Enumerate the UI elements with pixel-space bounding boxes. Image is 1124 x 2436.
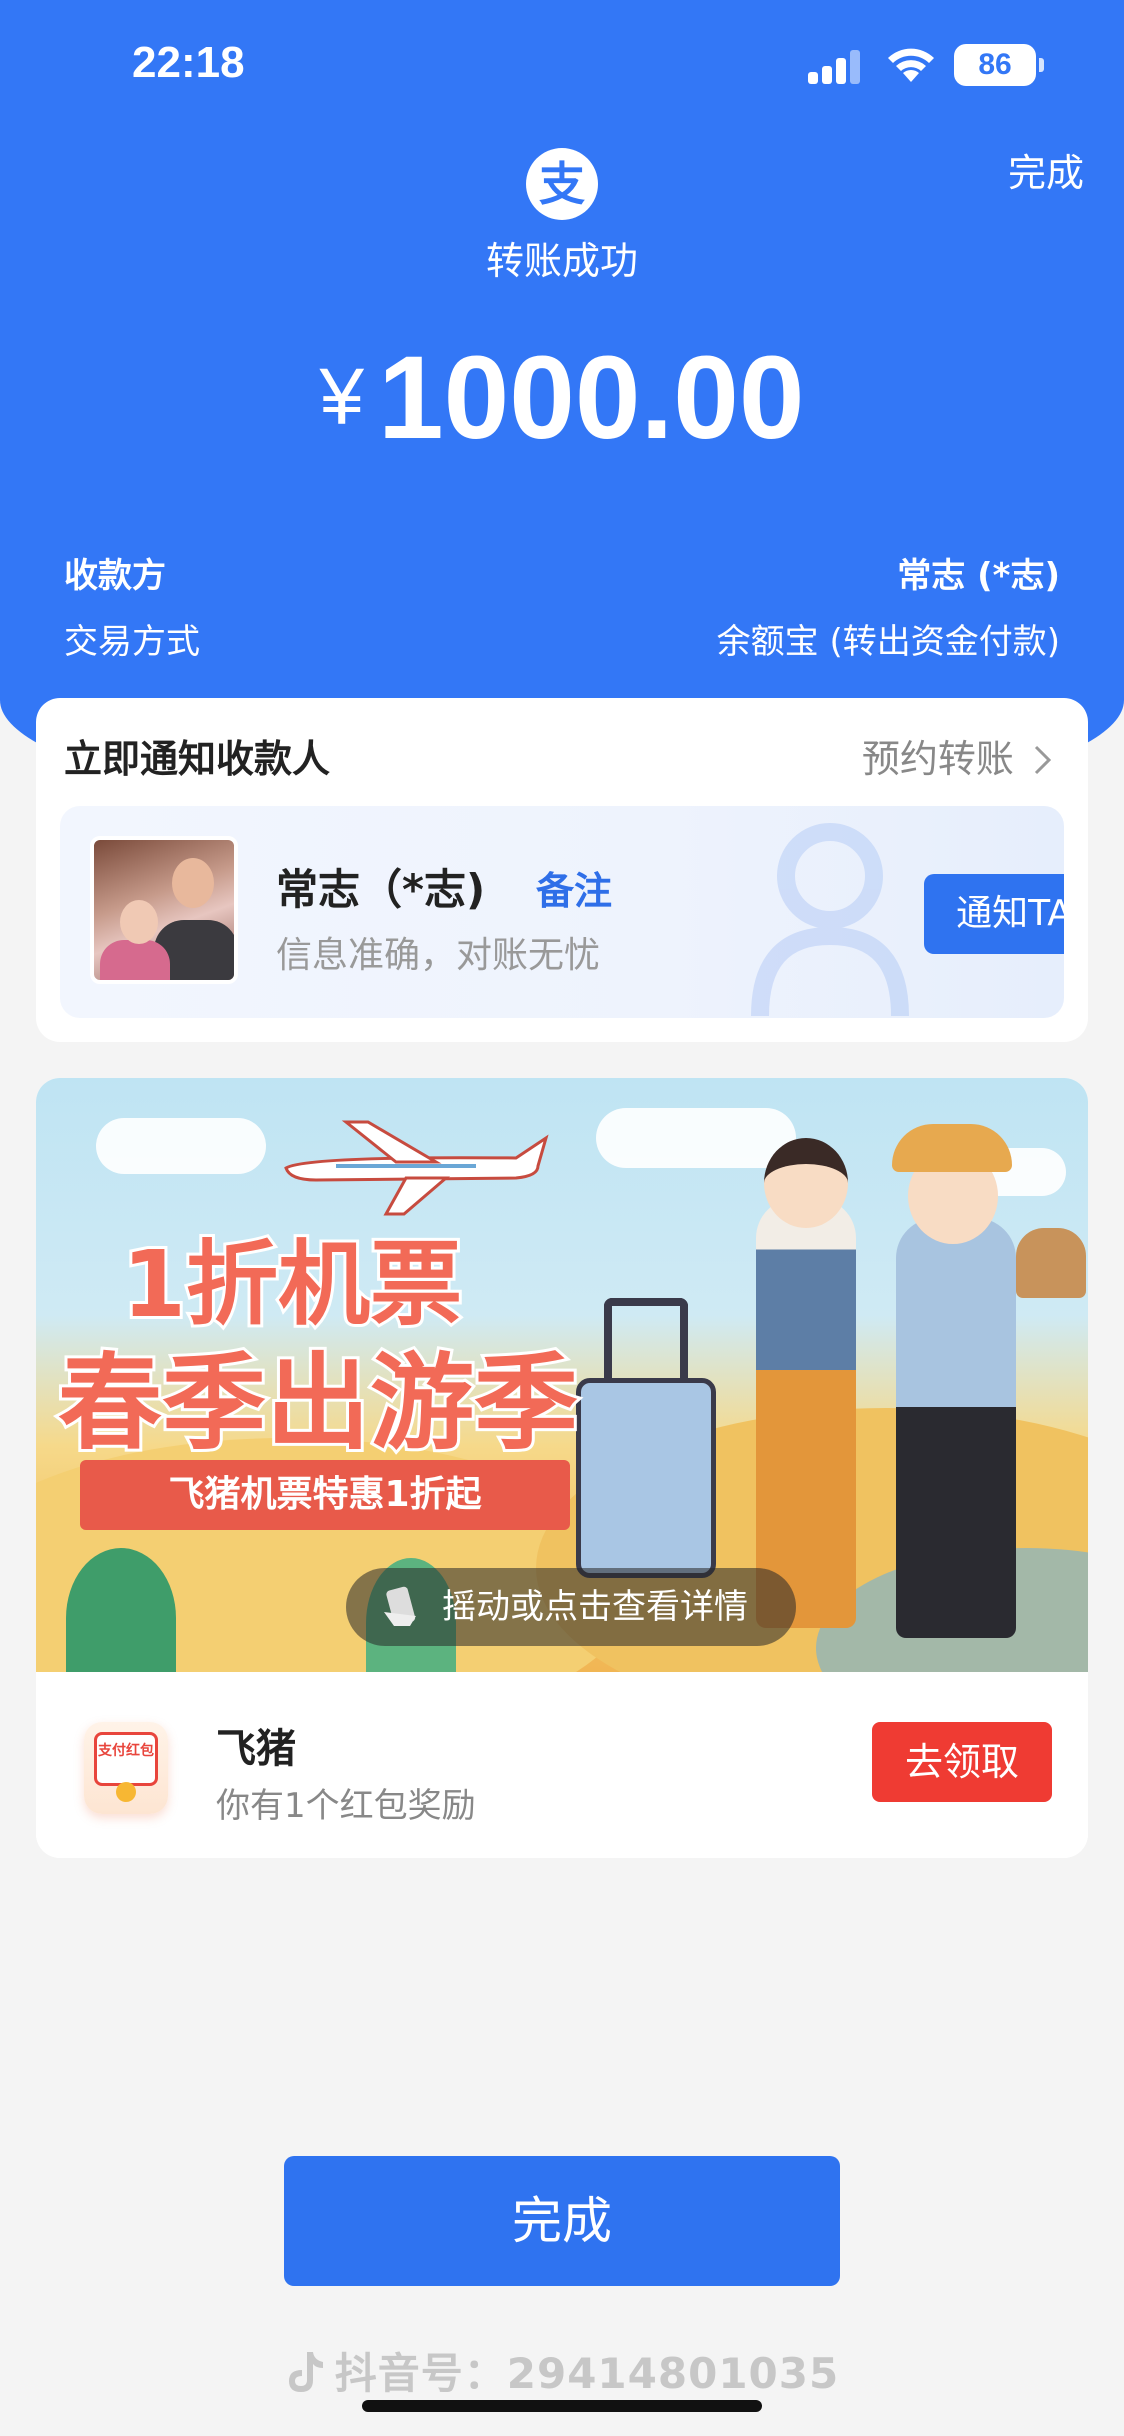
ad-brand-name: 飞猪 [216,1726,296,1772]
shake-hint-pill[interactable]: 摇动或点击查看详情 [346,1568,796,1646]
airplane-icon [284,1120,549,1216]
ad-card: 1折机票 春季出游季 飞猪机票特惠1折起 摇动或点击查看详情 支付红包 飞猪 你… [36,1078,1088,1858]
douyin-icon [288,2352,323,2392]
method-label: 交易方式 [64,622,200,662]
done-link-top[interactable]: 完成 [1008,142,1084,197]
chevron-right-icon [1034,745,1052,775]
transfer-status: 转账成功 [485,239,638,283]
alipay-logo-icon: 支 [526,148,598,220]
schedule-transfer-link[interactable]: 预约转账 [862,728,1054,783]
transfer-amount: ¥1000.00 [0,330,1124,466]
payee-value: 常志 (*志) [897,556,1060,596]
status-time: 22:18 [132,38,245,87]
ad-reward-row: 支付红包 飞猪 你有1个红包奖励 去领取 [36,1672,1088,1858]
person-watermark-icon [751,823,909,1017]
payee-name: 常志（*志) [276,865,486,914]
schedule-label: 预约转账 [861,737,1014,781]
payee-panel: 常志（*志) 备注 信息准确，对账无忧 通知TA [60,806,1064,1018]
amount-value: 1000.00 [377,332,805,464]
payee-subtitle: 信息准确，对账无忧 [276,935,601,976]
ad-promo-strip: 飞猪机票特惠1折起 [80,1460,570,1530]
wifi-icon [888,48,934,82]
ad-headline-line2: 春季出游季 [55,1339,581,1467]
payee-label: 收款方 [64,556,166,596]
done-button[interactable]: 完成 [284,2156,840,2286]
avatar [90,836,238,984]
claim-button[interactable]: 去领取 [872,1722,1052,1802]
home-indicator[interactable] [362,2400,762,2412]
status-bar: 22:18 86 [0,0,1124,130]
battery-icon: 86 [954,44,1044,86]
suitcase-handle [604,1298,688,1382]
signal-icon [808,48,868,84]
notify-card: 立即通知收款人 预约转账 常志（*志) 备注 信息准确，对账无忧 通知TA [36,698,1088,1042]
watermark-text: 抖音号：29414801035 [334,2349,840,2398]
method-value: 余额宝 (转出资金付款) [716,622,1060,662]
remark-link[interactable]: 备注 [536,860,612,915]
douyin-watermark: 抖音号：29414801035 [0,2340,1124,2401]
camel-illustration [1016,1228,1086,1298]
notify-title: 立即通知收款人 [64,737,331,781]
woman-illustration [756,1198,856,1628]
man-illustration [896,1218,1016,1638]
suitcase-illustration [576,1378,716,1578]
ad-reward-text: 你有1个红包奖励 [216,1786,476,1826]
notify-button[interactable]: 通知TA [924,874,1064,954]
red-packet-icon: 支付红包 [84,1722,168,1814]
currency-symbol: ¥ [319,352,364,441]
shake-phone-icon [384,1586,416,1626]
ad-banner[interactable]: 1折机票 春季出游季 飞猪机票特惠1折起 摇动或点击查看详情 [36,1078,1088,1672]
shake-hint-text: 摇动或点击查看详情 [442,1587,748,1627]
